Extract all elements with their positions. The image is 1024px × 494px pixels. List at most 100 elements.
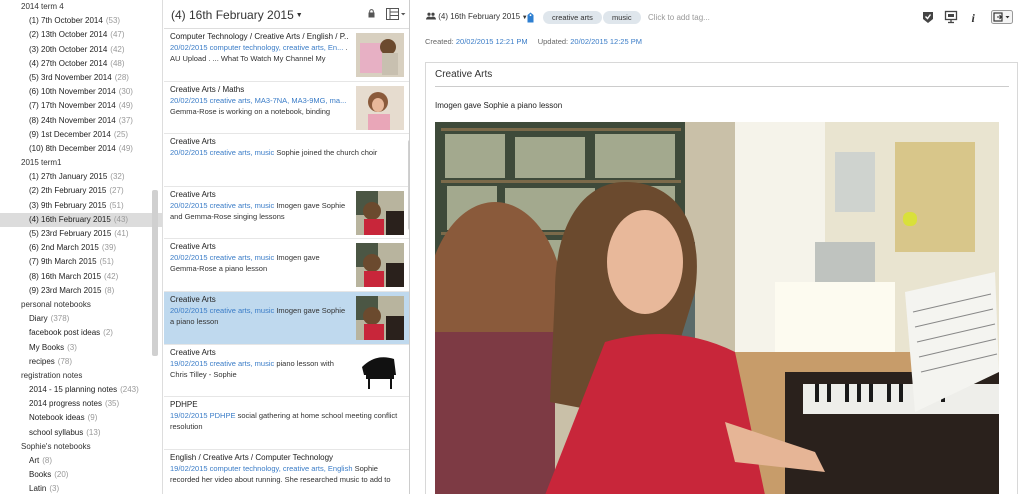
notebook-item[interactable]: (2) 2th February 2015 (27) [0,184,162,198]
note-card-date: 20/02/2015 [170,305,208,315]
tag-creative-arts[interactable]: creative arts [543,11,602,24]
note-card-tags: creative arts, music [209,200,275,210]
notebook-item[interactable]: (1) 27th January 2015 (32) [0,170,162,184]
note-content[interactable]: Creative Arts Imogen gave Sophie a piano… [425,62,1018,494]
notebook-stack[interactable]: personal notebooks [0,298,162,312]
tag-music[interactable]: music [603,11,641,24]
notebook-item[interactable]: school syllabus (13) [0,426,162,440]
note-card[interactable]: Creative Arts / Maths 20/02/2015 creative… [164,82,409,135]
note-count: (47) [110,30,125,40]
notebook-item[interactable]: (9) 23rd March 2015 (8) [0,284,162,298]
notebook-sidebar: 2014 term 4 (1) 7th October 2014 (53) (2) 1… [0,0,163,494]
note-count: (3) [67,342,77,352]
notebook-label: (1) 27th January 2015 [29,172,108,182]
notebook-title-dropdown[interactable]: (4) 16th February 2015 ▼ [171,8,303,22]
sidebar-scrollbar[interactable] [152,190,158,356]
notebook-item[interactable]: (3) 20th October 2014 (42) [0,43,162,57]
note-count: (8) [42,456,53,465]
notebook-item[interactable]: (6) 10th November 2014 (30) [0,85,162,99]
note-thumbnail [356,190,404,235]
notebook-label: recipes [29,356,55,366]
notebook-item[interactable]: (5) 3rd November 2014 (28) [0,71,162,85]
notebook-item[interactable]: (7) 17th November 2014 (49) [0,99,162,113]
note-photo[interactable] [435,122,999,494]
note-count: (51) [109,200,124,210]
shortcut-icon[interactable] [921,10,935,24]
note-thumbnail [356,33,404,77]
note-count: (27) [109,186,124,196]
note-list-scrollbar[interactable] [408,140,409,230]
notebook-label: (2) 13th October 2014 [29,30,108,40]
presentation-icon[interactable] [944,10,958,24]
editor-notebook-selector[interactable]: (4) 16th February 2015 ▼ [426,12,528,21]
note-count: (42) [104,271,119,281]
notebook-item[interactable]: 2014 progress notes (35) [0,397,162,411]
note-cards: Computer Technology / Creative Arts / En… [164,29,409,494]
notebook-item[interactable]: (8) 16th March 2015 (42) [0,270,162,284]
note-card[interactable]: PDHPE 19/02/2015 PDHPE social gathering a… [164,397,409,450]
note-card[interactable]: English / Creative Arts / Computer Techn… [164,450,409,494]
note-count: (20) [54,470,69,480]
note-body-text[interactable]: Imogen gave Sophie a piano lesson [435,101,562,110]
notebook-stack[interactable]: Sophie's notebooks [0,440,162,454]
notebook-stack[interactable]: 2015 term1 [0,156,162,170]
note-card-meta: 20/02/2015 creative arts, music Imogen g… [170,200,348,222]
view-options-icon[interactable] [386,8,406,20]
share-menu-icon[interactable] [991,10,1013,24]
lock-icon[interactable] [368,9,375,18]
notebook-label: (10) 8th December 2014 [29,143,116,153]
note-count: (48) [110,58,125,68]
notebook-stack[interactable]: registration notes [0,369,162,383]
add-tag-input[interactable]: Click to add tag... [648,13,710,22]
notebook-item[interactable]: (10) 8th December 2014 (49) [0,142,162,156]
notebook-label: Latin [29,484,47,494]
tag-icon[interactable] [527,12,534,23]
notebook-item[interactable]: Books (20) [0,468,162,482]
note-card-date: 20/02/2015 [170,95,208,105]
note-count: (39) [101,243,117,253]
notebook-item[interactable]: (2) 13th October 2014 (47) [0,28,162,42]
notebook-item[interactable]: (7) 9th March 2015 (51) [0,255,162,269]
notebook-item[interactable]: facebook post ideas (2) [0,326,162,340]
notebook-item[interactable]: Diary (378) [0,312,162,326]
notebook-label: (5) 23rd February 2015 [29,229,112,238]
updated-date[interactable]: 20/02/2015 12:25 PM [570,37,642,46]
notebook-label: (6) 10th November 2014 [29,87,116,97]
note-dates: Created: 20/02/2015 12:21 PM Updated: 20… [425,37,650,46]
notebook-stack[interactable]: 2014 term 4 [0,0,162,14]
notebook-item[interactable]: (1) 7th October 2014 (53) [0,14,162,28]
svg-text:i: i [972,11,976,24]
notebook-item[interactable]: (8) 24th November 2014 (37) [0,114,162,128]
notebook-item[interactable]: recipes (78) [0,355,162,369]
notebook-item[interactable]: (5) 23rd February 2015 (41) [0,227,162,241]
notebook-label: (2) 2th February 2015 [29,186,107,196]
note-count: (35) [104,399,120,409]
note-card[interactable]: Creative Arts 20/02/2015 creative arts, m… [164,134,409,187]
notebook-item[interactable]: Notebook ideas (9) [0,411,162,425]
notebook-item[interactable]: (6) 2nd March 2015 (39) [0,241,162,255]
notebook-item[interactable]: Latin (3) [0,482,162,494]
note-thumbnail [356,348,404,393]
shared-notebook-icon [426,12,436,20]
notebook-label: registration notes [21,370,83,380]
notebook-item[interactable]: Art (8) [0,454,162,468]
notebook-item[interactable]: My Books (3) [0,341,162,355]
created-date[interactable]: 20/02/2015 12:21 PM [456,37,528,46]
note-card-title: PDHPE [170,400,198,410]
note-card-date: 20/02/2015 [170,148,208,158]
notebook-item[interactable]: 2014 - 15 planning notes (243) [0,383,162,397]
notebook-item[interactable]: (9) 1st December 2014 (25) [0,128,162,142]
note-card-date: 20/02/2015 [170,200,208,210]
note-card[interactable]: Creative Arts 20/02/2015 creative arts, m… [164,291,409,345]
note-card[interactable]: Creative Arts 19/02/2015 creative arts, m… [164,345,409,398]
note-title[interactable]: Creative Arts [435,69,492,80]
notebook-list: 2014 term 4 (1) 7th October 2014 (53) (2) 1… [0,0,162,494]
notebook-item[interactable]: (4) 27th October 2014 (48) [0,57,162,71]
note-card[interactable]: Computer Technology / Creative Arts / En… [164,29,409,82]
info-icon[interactable]: i [967,10,981,24]
notebook-item[interactable]: (3) 9th February 2015 (51) [0,199,162,213]
notebook-item[interactable]: (4) 16th February 2015 (43) [0,212,162,227]
note-card[interactable]: Creative Arts 20/02/2015 creative arts, m… [164,187,409,240]
note-card[interactable]: Creative Arts 20/02/2015 creative arts, m… [164,239,409,292]
note-card-date: 19/02/2015 [170,463,208,473]
